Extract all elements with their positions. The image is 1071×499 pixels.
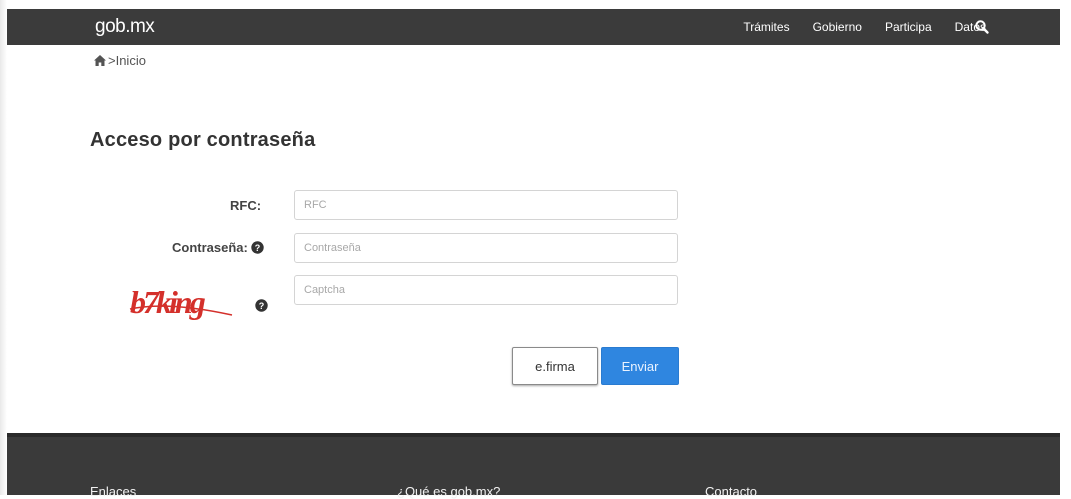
breadcrumb-separator: > — [108, 53, 116, 68]
password-label-group: Contraseña: ? — [172, 240, 265, 255]
rfc-label: RFC: — [230, 198, 262, 213]
captcha-input[interactable] — [294, 275, 678, 305]
captcha-image: b7king — [129, 284, 233, 320]
breadcrumb: > Inicio — [94, 53, 146, 68]
footer-divider — [7, 433, 1060, 437]
breadcrumb-current[interactable]: Inicio — [116, 53, 146, 68]
page-edge-shade — [0, 0, 7, 495]
svg-text:?: ? — [255, 243, 261, 253]
brand-logo[interactable]: gob.mx — [95, 16, 155, 38]
nav-links: Trámites Gobierno Participa Datos — [720, 20, 986, 34]
footer-heading-contacto: Contacto — [705, 484, 758, 499]
home-icon[interactable] — [94, 55, 106, 66]
password-input[interactable] — [294, 233, 678, 263]
search-icon[interactable] — [974, 19, 990, 35]
captcha-text: b7king — [130, 284, 206, 320]
efirma-button[interactable]: e.firma — [512, 347, 598, 385]
password-help-icon[interactable]: ? — [251, 241, 265, 254]
nav-link-gobierno[interactable]: Gobierno — [813, 20, 862, 34]
password-label: Contraseña: — [172, 240, 248, 255]
rfc-input[interactable] — [294, 190, 678, 220]
captcha-help-icon[interactable]: ? — [255, 299, 268, 312]
footer: Enlaces ¿Qué es gob.mx? Contacto — [7, 433, 1060, 499]
footer-heading-que-es: ¿Qué es gob.mx? — [397, 484, 501, 499]
footer-heading-enlaces: Enlaces — [90, 484, 137, 499]
svg-text:?: ? — [259, 301, 265, 311]
page-title: Acceso por contraseña — [90, 129, 316, 152]
top-navigation-bar: gob.mx Trámites Gobierno Participa Datos — [7, 9, 1060, 45]
nav-link-tramites[interactable]: Trámites — [743, 20, 789, 34]
nav-link-participa[interactable]: Participa — [885, 20, 932, 34]
submit-button[interactable]: Enviar — [601, 347, 679, 385]
